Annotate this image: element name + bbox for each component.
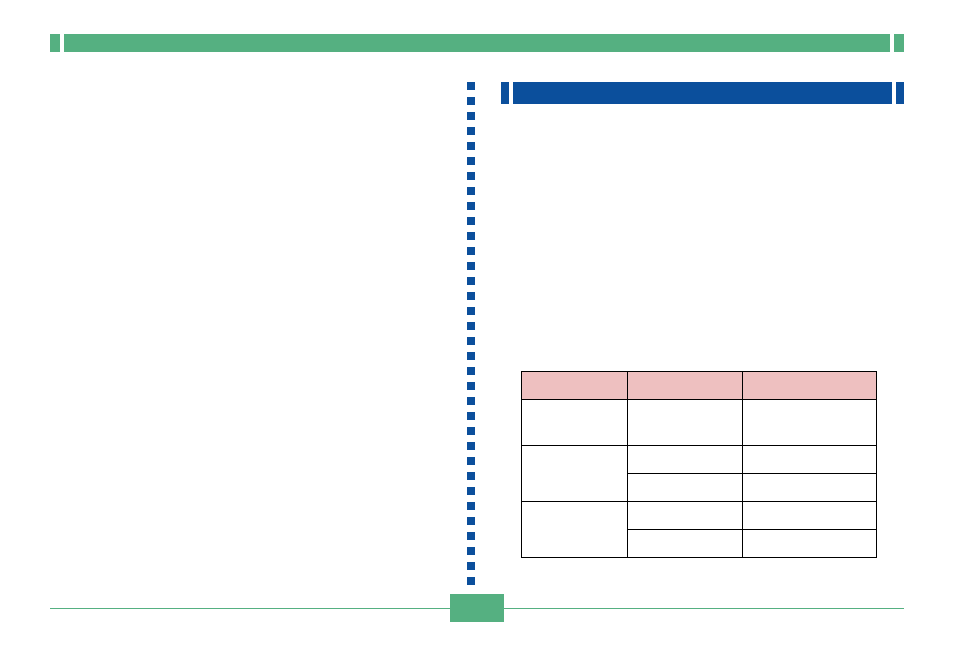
- table-cell: [627, 400, 743, 446]
- table-header-row: [522, 372, 877, 400]
- section-left-accent: [501, 82, 509, 104]
- table-cell: [627, 530, 743, 558]
- table-cell: [743, 502, 877, 530]
- table-header-cell: [627, 372, 743, 400]
- center-divider: [467, 82, 475, 590]
- table-cell: [743, 446, 877, 474]
- table-cell: [522, 400, 628, 446]
- table-row: [522, 446, 877, 474]
- header-left-accent: [50, 34, 60, 52]
- header-main-bar: [64, 34, 890, 52]
- section-main-bar: [513, 82, 892, 104]
- table-row: [522, 502, 877, 530]
- page-header-bar: [50, 34, 904, 52]
- table-cell: [522, 502, 628, 558]
- section-header-bar: [501, 82, 904, 104]
- table-cell: [627, 502, 743, 530]
- data-table: [521, 371, 877, 558]
- table-cell: [743, 400, 877, 446]
- table-header-cell: [522, 372, 628, 400]
- table-cell: [743, 530, 877, 558]
- table-cell: [627, 446, 743, 474]
- table-header-cell: [743, 372, 877, 400]
- table-cell: [743, 474, 877, 502]
- page-number-box: [450, 594, 504, 622]
- table-row: [522, 400, 877, 446]
- header-right-accent: [894, 34, 904, 52]
- table-cell: [627, 474, 743, 502]
- table-cell: [522, 446, 628, 502]
- section-right-accent: [896, 82, 904, 104]
